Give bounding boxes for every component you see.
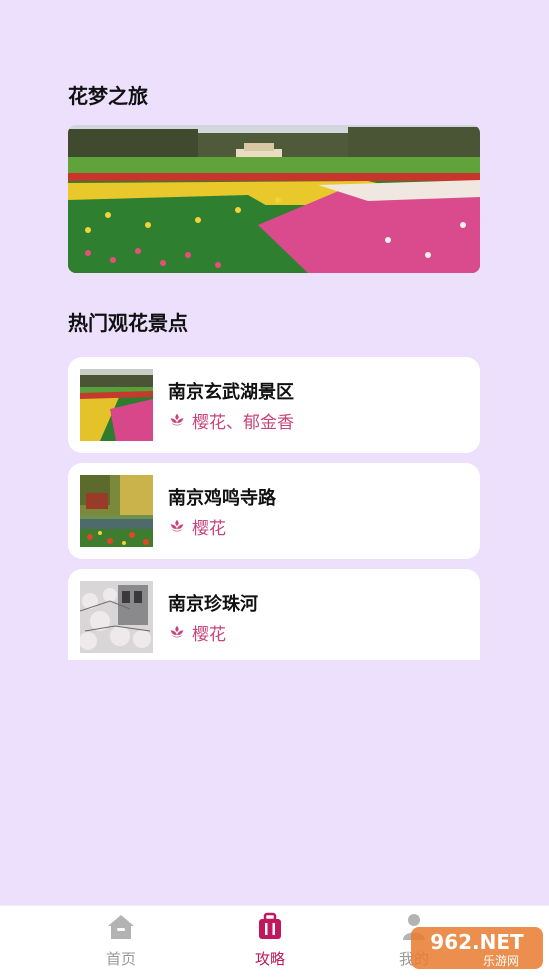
section-title-hot-spots: 热门观花景点 <box>68 311 188 335</box>
spot-thumbnail <box>80 475 153 547</box>
spot-card[interactable]: 南京珍珠河 樱花 <box>68 569 480 660</box>
spot-name: 南京玄武湖景区 <box>168 382 294 403</box>
spot-card[interactable]: 南京玄武湖景区 樱花、郁金香 <box>68 357 480 453</box>
watermark-sub: 乐游网 <box>483 954 519 968</box>
suitcase-icon <box>259 912 281 939</box>
spot-card[interactable]: 南京鸡鸣寺路 樱花 <box>68 463 480 559</box>
spot-flower-tags: 樱花 <box>168 515 226 539</box>
home-icon <box>108 915 134 939</box>
spot-flower-tags: 樱花 <box>168 621 226 645</box>
spot-flower-text: 樱花、郁金香 <box>192 412 294 433</box>
watermark-logo: 962.NET 乐游网 <box>409 925 545 971</box>
tab-home[interactable]: 首页 <box>66 906 176 978</box>
spot-flower-text: 樱花 <box>192 518 226 539</box>
hero-banner-image[interactable] <box>68 125 480 273</box>
tab-guide[interactable]: 攻略 <box>215 906 325 978</box>
spot-name: 南京珍珠河 <box>168 594 258 615</box>
spot-flower-tags: 樱花、郁金香 <box>168 409 294 433</box>
flower-icon <box>170 413 184 426</box>
spot-flower-text: 樱花 <box>192 624 226 645</box>
watermark-text: 962.NET <box>430 930 524 954</box>
flower-icon <box>170 625 184 638</box>
section-title-flower-journey: 花梦之旅 <box>68 84 148 108</box>
spot-thumbnail <box>80 581 153 653</box>
tab-home-label: 首页 <box>105 950 136 968</box>
spot-name: 南京鸡鸣寺路 <box>168 488 276 509</box>
tab-guide-label: 攻略 <box>254 950 285 968</box>
spot-thumbnail <box>80 369 153 441</box>
flower-icon <box>170 519 184 532</box>
